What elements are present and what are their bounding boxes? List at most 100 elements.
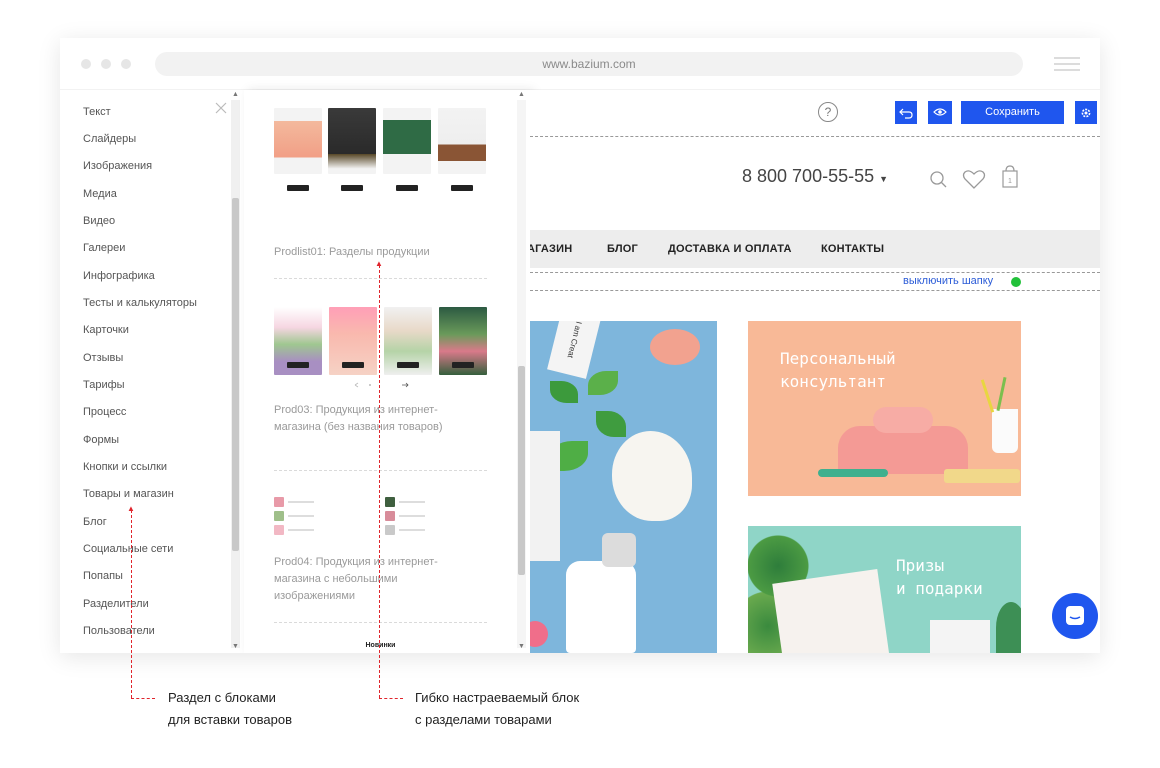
block-title: Prodlist01: Разделы продукции (274, 246, 430, 258)
block-list-scrollbar-thumb[interactable] (518, 366, 525, 575)
category-tests[interactable]: Тесты и калькуляторы (83, 297, 197, 309)
address-bar[interactable]: www.bazium.com (155, 52, 1023, 76)
chat-launcher-button[interactable] (1052, 593, 1098, 639)
settings-button[interactable] (1075, 101, 1097, 124)
undo-button[interactable] (895, 101, 917, 124)
block-title-new: Новинки (365, 642, 396, 649)
product-image (383, 108, 431, 174)
tile-title-line-1: Персональный (780, 349, 896, 368)
category-cards[interactable]: Карточки (83, 324, 129, 336)
brush-shape (944, 469, 1020, 483)
carousel-pagination-icon[interactable] (352, 381, 412, 389)
header-toggle-indicator[interactable] (1011, 277, 1021, 287)
product-button[interactable] (287, 362, 309, 368)
category-buttons[interactable]: Кнопки и ссылки (83, 461, 167, 473)
annotation-line-left (131, 698, 155, 699)
nav-item-contacts[interactable]: КОНТАКТЫ (821, 243, 884, 255)
product-button[interactable] (341, 185, 363, 191)
scroll-down-arrow-icon[interactable]: ▼ (232, 643, 239, 650)
product-button[interactable] (342, 362, 364, 368)
category-popups[interactable]: Попапы (83, 570, 123, 582)
category-users[interactable]: Пользователи (83, 625, 155, 637)
promo-tile-consultant[interactable]: Персональный консультант (748, 321, 1021, 496)
block-separator (274, 622, 487, 623)
phone-number[interactable]: 8 800 700-55-55 ▼ (742, 166, 888, 187)
menu-icon[interactable] (1054, 57, 1080, 71)
category-shop[interactable]: Товары и магазин (83, 488, 174, 500)
product-button[interactable] (451, 185, 473, 191)
save-button[interactable]: Сохранить (961, 101, 1064, 124)
nav-item-delivery[interactable]: ДОСТАВКА И ОПЛАТА (668, 243, 792, 255)
tile-title-line-2: консультант (780, 372, 886, 391)
category-media[interactable]: Медиа (83, 188, 117, 200)
scroll-up-arrow-icon[interactable]: ▲ (518, 91, 525, 98)
heart-icon[interactable] (962, 168, 986, 190)
preview-button[interactable] (928, 101, 952, 124)
telephone-shape (838, 426, 968, 474)
leaf-shape (550, 381, 578, 403)
block-preview-list: Prodlist01: Разделы продукции Prod03: Пр… (244, 90, 530, 653)
product-thumb (274, 497, 284, 507)
beads-shape (818, 469, 888, 477)
sidebar-scrollbar-thumb[interactable] (232, 198, 239, 551)
category-dividers[interactable]: Разделители (83, 598, 149, 610)
category-forms[interactable]: Формы (83, 434, 119, 446)
bottle-cap-shape (602, 533, 636, 567)
product-line (288, 515, 314, 517)
flower-shape (650, 329, 700, 365)
tile-title-line-2: и подарки (896, 579, 983, 598)
help-icon[interactable]: ? (818, 102, 838, 122)
product-button[interactable] (396, 185, 418, 191)
category-images[interactable]: Изображения (83, 160, 152, 172)
category-infographics[interactable]: Инфографика (83, 270, 155, 282)
flower-shape (530, 621, 548, 647)
block-title: Prod03: Продукция из интернет-магазина (… (274, 404, 443, 433)
product-image (274, 108, 322, 174)
search-icon[interactable] (929, 170, 949, 190)
pencil-shape (996, 377, 1007, 411)
category-reviews[interactable]: Отзывы (83, 352, 123, 364)
product-image (438, 108, 486, 174)
category-blog[interactable]: Блог (83, 516, 107, 528)
annotation-line-right (379, 698, 403, 699)
scroll-down-arrow-icon[interactable]: ▼ (518, 643, 525, 650)
block-title: Prod04: Продукция из интернет-магазина с… (274, 556, 438, 602)
eye-icon (933, 108, 947, 116)
nav-item-shop[interactable]: АГАЗИН (530, 243, 572, 255)
product-line (399, 515, 425, 517)
promo-tile-gifts[interactable]: Призы и подарки (748, 526, 1021, 653)
category-text[interactable]: Текст (83, 106, 111, 118)
window-minimize-dot[interactable] (101, 59, 111, 69)
toggle-header-link[interactable]: выключить шапку (903, 275, 993, 287)
close-icon[interactable] (214, 101, 228, 115)
annotation-left: Раздел с блоками для вставки товаров (168, 690, 292, 727)
product-line (399, 501, 425, 503)
product-button[interactable] (397, 362, 419, 368)
svg-text:1: 1 (1008, 178, 1012, 185)
hero-image[interactable]: I am Creat (530, 321, 717, 653)
shopping-bag-icon[interactable]: 1 (1001, 165, 1019, 189)
category-social[interactable]: Социальные сети (83, 543, 173, 555)
category-sliders[interactable]: Слайдеры (83, 133, 136, 145)
nav-item-blog[interactable]: БЛОГ (607, 243, 638, 255)
product-button[interactable] (452, 362, 474, 368)
category-process[interactable]: Процесс (83, 406, 126, 418)
product-button[interactable] (287, 185, 309, 191)
window-close-dot[interactable] (81, 59, 91, 69)
leaf-shape (596, 411, 626, 437)
header-divider-bottom (530, 290, 1100, 291)
tile-title-line-1: Призы (896, 556, 945, 575)
header-top-border (530, 136, 1100, 137)
block-separator (274, 470, 487, 471)
category-galleries[interactable]: Галереи (83, 242, 125, 254)
category-video[interactable]: Видео (83, 215, 115, 227)
block-separator (274, 278, 487, 279)
site-navigation: АГАЗИН БЛОГ ДОСТАВКА И ОПЛАТА КОНТАКТЫ (530, 230, 1100, 268)
window-maximize-dot[interactable] (121, 59, 131, 69)
category-pricing[interactable]: Тарифы (83, 379, 125, 391)
pencil-shape (980, 379, 995, 413)
telephone-handset-shape (873, 407, 933, 433)
scroll-up-arrow-icon[interactable]: ▲ (232, 91, 239, 98)
annotation-line-left (131, 510, 132, 698)
annotation-arrow-up-icon: ▲ (375, 259, 383, 268)
